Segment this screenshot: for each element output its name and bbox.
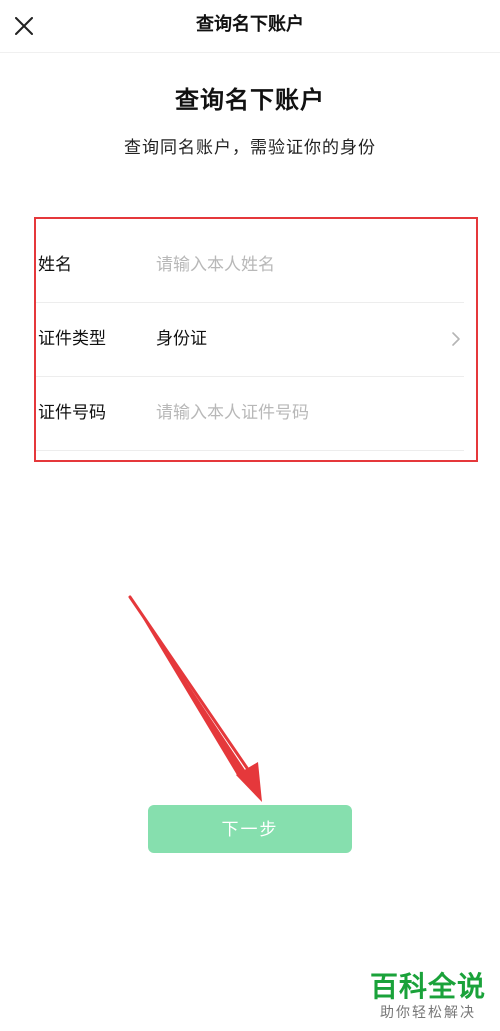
chevron-right-icon: [448, 331, 464, 347]
id-number-label: 证件号码: [38, 403, 106, 423]
page: 查询名下账户 查询名下账户 查询同名账户，需验证你的身份 姓名 证件类型 身份证…: [0, 0, 500, 1031]
navbar: 查询名下账户: [0, 0, 500, 53]
next-button[interactable]: 下一步: [148, 805, 352, 853]
id-type-label: 证件类型: [38, 329, 106, 349]
identity-form: 姓名 证件类型 身份证 证件号码: [34, 217, 478, 462]
name-input[interactable]: [156, 247, 446, 283]
id-number-input[interactable]: [156, 395, 446, 431]
name-row[interactable]: 姓名: [36, 229, 464, 303]
nav-title: 查询名下账户: [196, 14, 304, 35]
id-type-row[interactable]: 证件类型 身份证: [36, 303, 464, 377]
watermark-sub: 助你轻松解决: [379, 1005, 476, 1021]
watermark-main: 百科全说: [369, 970, 486, 1003]
name-label: 姓名: [38, 255, 72, 275]
id-type-value: 身份证: [156, 329, 207, 349]
watermark-logo: 百科全说 助你轻松解决: [370, 970, 486, 1022]
page-subtitle: 查询同名账户，需验证你的身份: [124, 138, 376, 158]
page-title: 查询名下账户: [175, 86, 325, 114]
id-number-row[interactable]: 证件号码: [36, 377, 464, 451]
